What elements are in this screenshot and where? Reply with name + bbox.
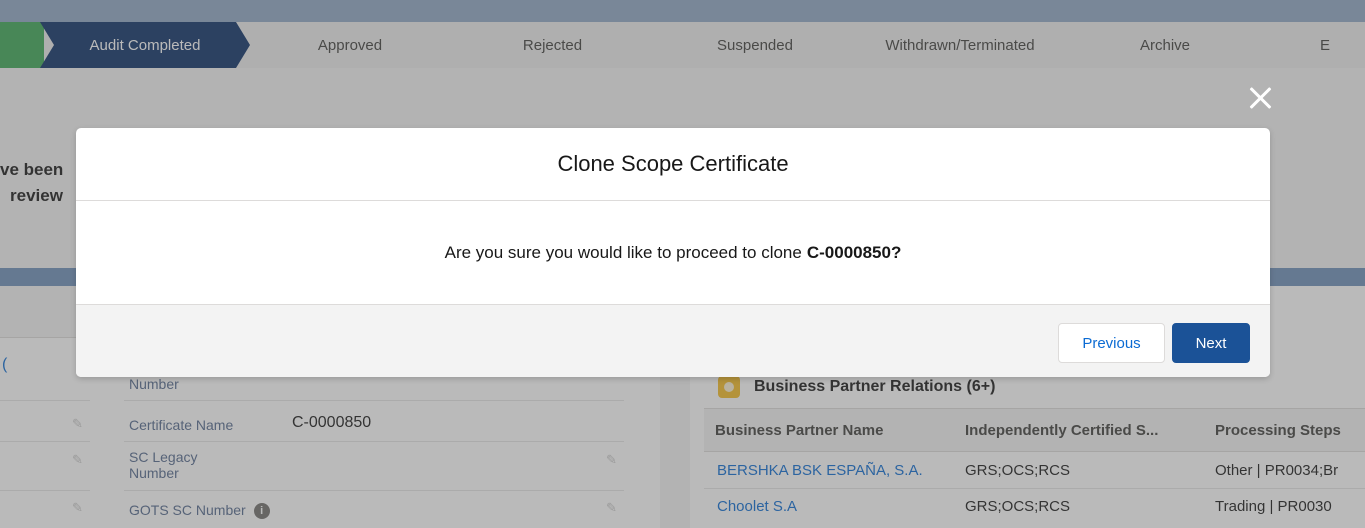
dialog-title: Clone Scope Certificate bbox=[557, 151, 789, 176]
next-button[interactable]: Next bbox=[1172, 323, 1250, 363]
previous-button[interactable]: Previous bbox=[1058, 323, 1165, 363]
dialog-message: Are you sure you would like to proceed t… bbox=[444, 242, 802, 262]
close-icon[interactable] bbox=[1244, 82, 1276, 114]
dialog-footer: Previous Next bbox=[76, 304, 1270, 377]
dialog-body: Are you sure you would like to proceed t… bbox=[76, 201, 1270, 304]
clone-dialog: Clone Scope Certificate Are you sure you… bbox=[76, 128, 1270, 377]
dialog-header: Clone Scope Certificate bbox=[76, 128, 1270, 201]
dialog-record-name: C-0000850? bbox=[806, 242, 902, 262]
